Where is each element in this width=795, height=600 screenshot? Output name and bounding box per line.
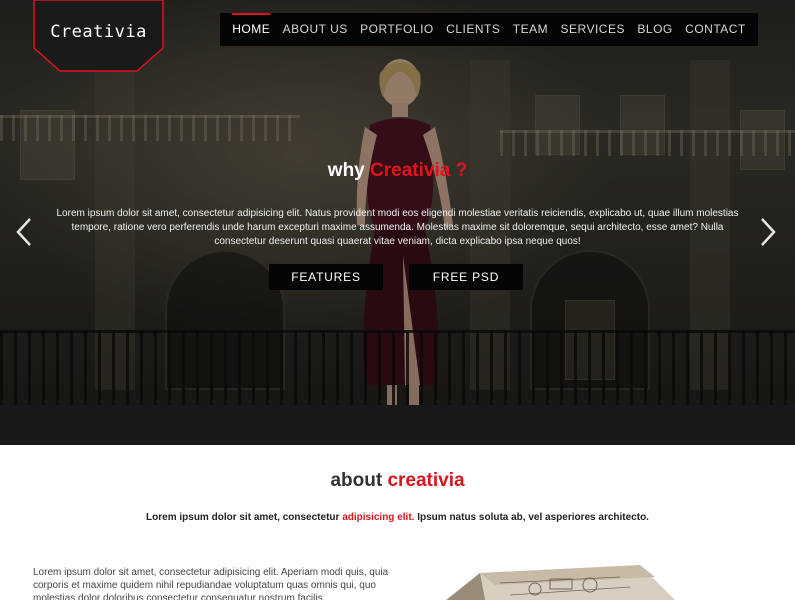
- about-paragraph: Lorem ipsum dolor sit amet, consectetur …: [33, 567, 389, 600]
- free-psd-button[interactable]: FREE PSD: [409, 264, 523, 290]
- about-sketch-image: [440, 565, 680, 600]
- about-subtitle-accent: adipisicing elit.: [342, 512, 415, 523]
- blueprint-sketch-icon: [446, 565, 675, 600]
- nav-item-blog[interactable]: BLOG: [637, 13, 672, 46]
- about-title-accent: creativia: [387, 470, 465, 491]
- slider-next-button[interactable]: [757, 216, 779, 248]
- about-subtitle-after: Ipsum natus soluta ab, vel asperiores ar…: [417, 512, 649, 523]
- main-nav: HOME ABOUT US PORTFOLIO CLIENTS TEAM SER…: [220, 13, 758, 46]
- chevron-left-icon: [16, 218, 31, 246]
- nav-item-contact[interactable]: CONTACT: [685, 13, 746, 46]
- features-button[interactable]: FEATURES: [269, 264, 383, 290]
- logo-text: Creativia: [50, 22, 147, 42]
- slider-prev-button[interactable]: [13, 216, 35, 248]
- logo[interactable]: Creativia: [33, 0, 164, 72]
- about-subtitle-before: Lorem ipsum dolor sit amet, consectetur: [146, 512, 340, 523]
- hero-description: Lorem ipsum dolor sit amet, consectetur …: [56, 208, 739, 247]
- nav-item-services[interactable]: SERVICES: [561, 13, 625, 46]
- hero-ground: [0, 405, 795, 445]
- iron-fence: [0, 330, 795, 405]
- hero-title-prefix: why: [327, 160, 365, 181]
- nav-item-home[interactable]: HOME: [232, 13, 271, 46]
- nav-item-team[interactable]: TEAM: [513, 13, 548, 46]
- hero-title-accent: Creativia ?: [370, 160, 468, 181]
- nav-item-clients[interactable]: CLIENTS: [446, 13, 500, 46]
- about-title: about creativia: [0, 470, 795, 492]
- nav-item-portfolio[interactable]: PORTFOLIO: [360, 13, 434, 46]
- about-title-prefix: about: [330, 470, 383, 491]
- chevron-right-icon: [761, 218, 776, 246]
- nav-item-about-us[interactable]: ABOUT US: [283, 13, 348, 46]
- hero-title: why Creativia ?: [0, 160, 795, 182]
- about-subtitle: Lorem ipsum dolor sit amet, consectetur …: [0, 512, 795, 523]
